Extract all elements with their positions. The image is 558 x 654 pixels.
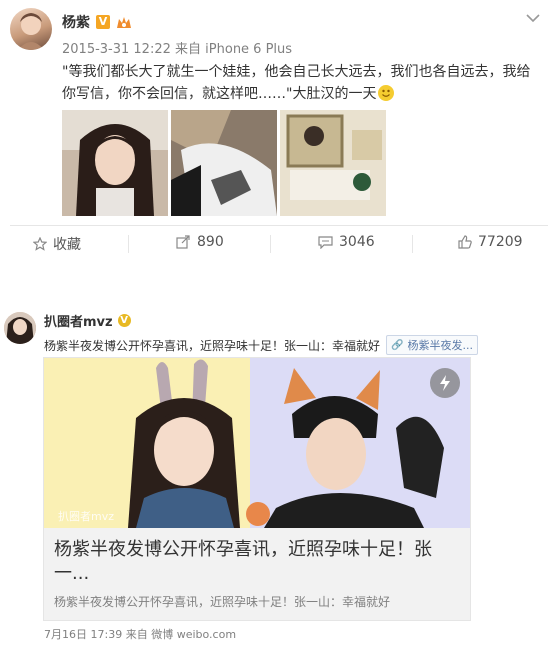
source-app[interactable]: 微博 weibo.com [151,628,236,641]
verified-badge-icon: V [117,314,131,327]
author-name[interactable]: 杨紫 [62,12,90,32]
comment-button[interactable]: 3046 [318,234,375,250]
like-count: 77209 [478,234,523,250]
action-divider [128,235,129,253]
author-name[interactable]: 扒圈者mvz [44,311,113,330]
shirt-photo [171,110,277,216]
cover-watermark: 扒圈者mvz [58,510,114,523]
action-divider [270,235,271,253]
share-button[interactable]: 890 [176,234,224,250]
more-options-chevron-icon[interactable] [526,8,540,23]
post-image-3[interactable] [280,110,386,216]
star-icon [33,237,47,251]
verified-badge-icon: V [96,15,110,29]
share-count: 890 [197,234,224,250]
post-text: 杨紫半夜发博公开怀孕喜讯，近照孕味十足！张一山：幸福就好 [44,338,381,353]
like-button[interactable]: 77209 [458,234,523,250]
link-tag-label: 杨紫半夜发... [407,339,473,352]
avatar-photo [4,312,36,344]
cover-photo [44,358,470,528]
post-image-2[interactable] [171,110,277,216]
post-timestamp[interactable]: 7月16日 17:39 [44,628,122,641]
source-device[interactable]: iPhone 6 Plus [205,42,292,57]
link-icon: 🔗 [391,339,404,351]
vip-crown-icon [116,15,132,29]
author-avatar[interactable] [10,8,52,50]
selfie-photo [62,110,168,216]
article-description: 杨紫半夜发博公开怀孕喜讯，近照孕味十足！张一山：幸福就好 [54,595,391,609]
source-prefix: 来自 [125,628,148,641]
link-tag[interactable]: 🔗 杨紫半夜发... [386,335,478,355]
article-card[interactable]: 扒圈者mvz 杨紫半夜发博公开怀孕喜讯，近照孕味十足！张一... 杨紫半夜发博公… [43,357,471,621]
author-avatar[interactable] [4,312,36,344]
comment-count: 3046 [339,234,375,250]
mirror-photo [280,110,386,216]
article-cover-image[interactable]: 扒圈者mvz [44,358,470,528]
divider [10,225,548,226]
avatar-photo [18,13,44,50]
instant-article-icon [430,368,460,398]
favorite-button[interactable]: 收藏 [33,234,81,254]
favorite-label: 收藏 [53,237,81,253]
share-icon [176,235,190,249]
smile-emoji-icon [378,85,395,101]
source-prefix: 来自 [175,42,202,57]
post-text: "等我们都长大了就生一个娃娃，他会自己长大远去，我们也各自远去，我给你写信，你不… [62,64,531,102]
post-timestamp[interactable]: 2015-3-31 12:22 [62,42,171,57]
post-image-1[interactable] [62,110,168,216]
comment-icon [318,236,333,249]
thumbs-up-icon [458,235,472,249]
action-divider [412,235,413,253]
article-title[interactable]: 杨紫半夜发博公开怀孕喜讯，近照孕味十足！张一... [54,538,458,586]
